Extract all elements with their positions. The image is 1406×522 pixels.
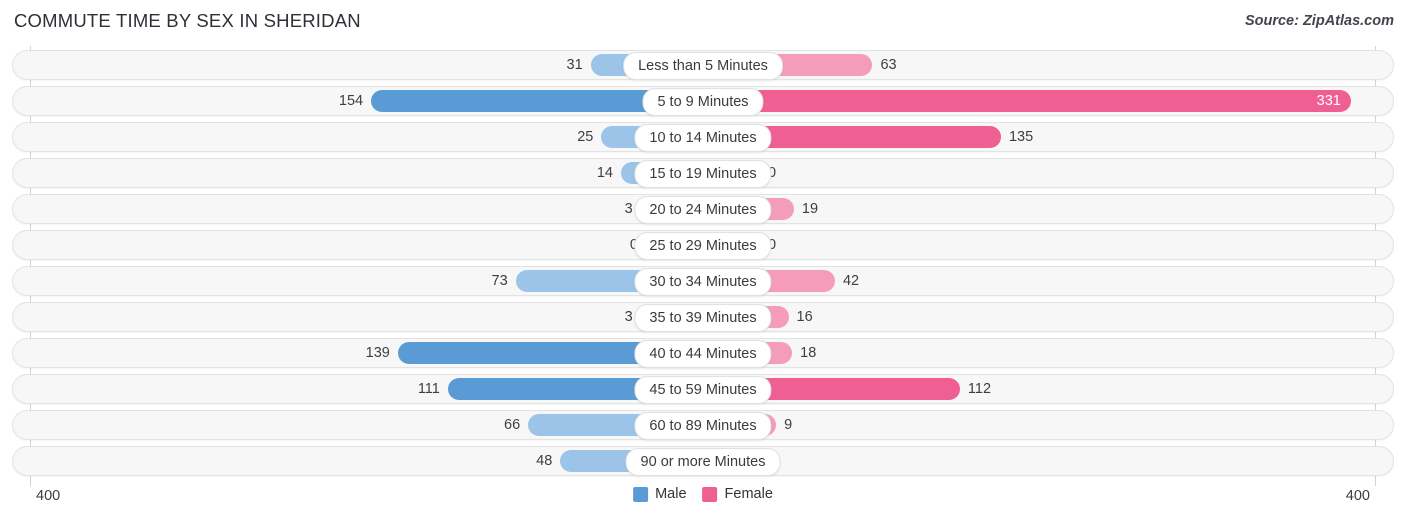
bar-female[interactable] <box>703 90 1351 112</box>
table-row: 25 135 10 to 14 Minutes <box>0 122 1406 152</box>
page-title: COMMUTE TIME BY SEX IN SHERIDAN <box>14 10 361 31</box>
category-label-pill: 20 to 24 Minutes <box>634 196 772 224</box>
value-label-female: 9 <box>784 417 793 433</box>
value-label-female: 19 <box>801 201 819 217</box>
value-label-male: 25 <box>577 129 594 145</box>
value-label-female: 18 <box>800 345 817 361</box>
category-label-pill: 30 to 34 Minutes <box>634 268 772 296</box>
source-attribution: Source: ZipAtlas.com <box>1244 13 1394 29</box>
chart-footer: 400 400 Male Female <box>0 486 1406 522</box>
category-label-pill: 15 to 19 Minutes <box>634 160 772 188</box>
plot-area: 31 63 Less than 5 Minutes 154 331 5 to 9 Minu… <box>0 46 1406 486</box>
category-label-pill: 45 to 59 Minutes <box>634 376 772 404</box>
value-label-female: 331 <box>1316 93 1341 109</box>
value-label-male: 66 <box>504 417 521 433</box>
category-label-pill: 35 to 39 Minutes <box>634 304 772 332</box>
category-label-pill: 25 to 29 Minutes <box>634 232 772 260</box>
table-row: 111 112 45 to 59 Minutes <box>0 374 1406 404</box>
value-label-male: 139 <box>365 345 390 361</box>
table-row: 139 18 40 to 44 Minutes <box>0 338 1406 368</box>
table-row: 31 63 Less than 5 Minutes <box>0 50 1406 80</box>
value-label-male: 0 <box>578 230 638 260</box>
value-label-male: 111 <box>417 381 440 397</box>
category-label-pill: 90 or more Minutes <box>625 448 781 476</box>
value-label-male: 3 <box>624 201 633 217</box>
value-label-male: 31 <box>566 57 583 73</box>
table-row: 3 16 35 to 39 Minutes <box>0 302 1406 332</box>
table-row: 0 025 to 29 Minutes <box>0 230 1406 260</box>
legend-item-female[interactable]: Female <box>702 486 773 502</box>
value-label-female: 63 <box>880 57 897 73</box>
value-label-male: 154 <box>338 93 364 109</box>
chart-root: COMMUTE TIME BY SEX IN SHERIDAN Source: … <box>0 0 1406 522</box>
legend-swatch-icon <box>702 486 718 502</box>
table-row: 66 9 60 to 89 Minutes <box>0 410 1406 440</box>
category-label-pill: 40 to 44 Minutes <box>634 340 772 368</box>
value-label-male: 48 <box>536 453 553 469</box>
category-label-pill: 10 to 14 Minutes <box>634 124 772 152</box>
table-row: 14 0 15 to 19 Minutes <box>0 158 1406 188</box>
legend-item-male[interactable]: Male <box>633 486 687 502</box>
category-label-pill: Less than 5 Minutes <box>623 52 783 80</box>
legend: Male Female <box>633 486 773 502</box>
bar-rows: 31 63 Less than 5 Minutes 154 331 5 to 9 Minu… <box>0 50 1406 482</box>
axis-tick-left: 400 <box>36 488 61 504</box>
table-row: 73 42 30 to 34 Minutes <box>0 266 1406 296</box>
category-label-pill: 5 to 9 Minutes <box>642 88 764 116</box>
value-label-male: 14 <box>596 165 613 181</box>
legend-label: Female <box>724 486 773 502</box>
value-label-female: 16 <box>796 309 813 325</box>
value-label-female: 135 <box>1008 129 1034 145</box>
legend-label: Male <box>655 486 687 502</box>
value-label-male: 73 <box>491 273 508 289</box>
axis-tick-right: 400 <box>1345 488 1370 504</box>
table-row: 3 19 20 to 24 Minutes <box>0 194 1406 224</box>
table-row: 154 331 5 to 9 Minutes <box>0 86 1406 116</box>
value-label-female: 0 <box>768 237 777 253</box>
value-label-female: 42 <box>842 273 860 289</box>
legend-swatch-icon <box>633 486 649 502</box>
value-label-female: 112 <box>967 381 992 397</box>
value-label-female: 0 <box>768 165 777 181</box>
table-row: 48090 or more Minutes <box>0 446 1406 476</box>
value-label-male: 3 <box>624 309 633 325</box>
category-label-pill: 60 to 89 Minutes <box>634 412 772 440</box>
